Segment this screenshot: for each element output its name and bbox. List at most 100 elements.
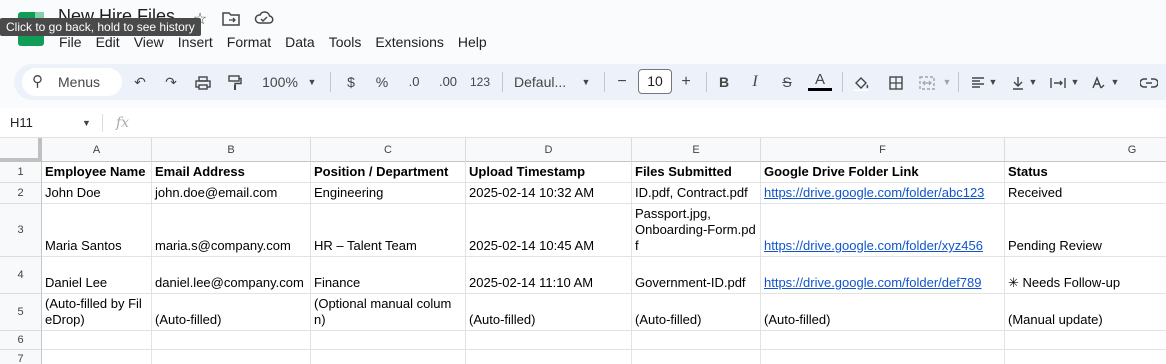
v-align-dropdown-icon[interactable]: ▼ <box>1028 64 1038 100</box>
menu-extensions[interactable]: Extensions <box>368 33 450 51</box>
cloud-status-icon[interactable] <box>254 10 274 30</box>
cell-b7[interactable] <box>152 350 311 364</box>
cell-c4[interactable]: Finance <box>311 257 466 294</box>
column-header-g[interactable]: G <box>1005 138 1166 162</box>
cell-d4[interactable]: 2025-02-14 11:10 AM <box>466 257 632 294</box>
insert-link-icon[interactable] <box>1138 64 1160 100</box>
cell-b5[interactable]: (Auto-filled) <box>152 294 311 331</box>
increase-font-size-button[interactable]: + <box>678 64 694 100</box>
row-header-6[interactable]: 6 <box>0 331 42 350</box>
column-title-cell[interactable]: Employee Name <box>42 162 152 183</box>
cell-c3[interactable]: HR – Talent Team <box>311 204 466 257</box>
currency-format-button[interactable]: $ <box>341 64 361 100</box>
cell-g6[interactable] <box>1005 331 1166 350</box>
cell-f7[interactable] <box>761 350 1005 364</box>
text-rotation-icon[interactable] <box>1088 64 1108 100</box>
percent-format-button[interactable]: % <box>372 64 392 100</box>
name-box[interactable]: H11 <box>10 108 33 138</box>
cell-b4[interactable]: daniel.lee@company.com <box>152 257 311 294</box>
cell-d2[interactable]: 2025-02-14 10:32 AM <box>466 183 632 204</box>
vertical-align-icon[interactable] <box>1008 64 1028 100</box>
menu-data[interactable]: Data <box>278 33 322 51</box>
cell-f5[interactable]: (Auto-filled) <box>761 294 1005 331</box>
cell-c6[interactable] <box>311 331 466 350</box>
cell-e2[interactable]: ID.pdf, Contract.pdf <box>632 183 761 204</box>
decrease-font-size-button[interactable]: − <box>614 64 630 100</box>
cell-g7[interactable] <box>1005 350 1166 364</box>
horizontal-align-icon[interactable] <box>968 64 988 100</box>
text-wrapping-icon[interactable] <box>1047 64 1069 100</box>
cell-c7[interactable] <box>311 350 466 364</box>
h-align-dropdown-icon[interactable]: ▼ <box>988 64 998 100</box>
menu-help[interactable]: Help <box>451 33 494 51</box>
column-title-cell[interactable]: Email Address <box>152 162 311 183</box>
column-header-d[interactable]: D <box>466 138 632 162</box>
column-title-cell[interactable]: Position / Department <box>311 162 466 183</box>
cell-a4[interactable]: Daniel Lee <box>42 257 152 294</box>
wrap-dropdown-icon[interactable]: ▼ <box>1070 64 1080 100</box>
cell-g3[interactable]: Pending Review <box>1005 204 1166 257</box>
undo-icon[interactable]: ↶ <box>130 64 150 100</box>
move-to-folder-icon[interactable] <box>221 10 241 30</box>
font-select[interactable]: Defaul... <box>514 64 584 100</box>
column-header-a[interactable]: A <box>42 138 152 162</box>
row-header-7[interactable]: 7 <box>0 350 42 364</box>
column-header-c[interactable]: C <box>311 138 466 162</box>
drive-folder-link[interactable]: https://drive.google.com/folder/abc123 <box>761 183 1005 204</box>
column-title-cell[interactable]: Files Submitted <box>632 162 761 183</box>
search-menus-input[interactable]: ⚲ Menus <box>22 68 122 96</box>
cell-a7[interactable] <box>42 350 152 364</box>
column-header-b[interactable]: B <box>152 138 311 162</box>
column-title-cell[interactable]: Status <box>1005 162 1166 183</box>
row-header-3[interactable]: 3 <box>0 204 42 257</box>
strikethrough-button[interactable]: S <box>777 64 797 100</box>
zoom-select[interactable]: 100% <box>258 64 302 100</box>
bold-button[interactable]: B <box>714 64 734 100</box>
cell-c2[interactable]: Engineering <box>311 183 466 204</box>
cell-d7[interactable] <box>466 350 632 364</box>
row-header-2[interactable]: 2 <box>0 183 42 204</box>
print-icon[interactable] <box>192 64 214 100</box>
font-size-input[interactable]: 10 <box>638 69 672 94</box>
text-color-button[interactable]: A <box>810 64 830 100</box>
redo-icon[interactable]: ↷ <box>161 64 181 100</box>
cell-a3[interactable]: Maria Santos <box>42 204 152 257</box>
menu-format[interactable]: Format <box>220 33 278 51</box>
row-header-5[interactable]: 5 <box>0 294 42 331</box>
select-all-corner[interactable] <box>0 138 42 162</box>
more-formats-button[interactable]: 123 <box>468 64 492 100</box>
cell-c5[interactable]: (Optional manual column) <box>311 294 466 331</box>
column-title-cell[interactable]: Upload Timestamp <box>466 162 632 183</box>
italic-button[interactable]: I <box>745 64 765 100</box>
cell-d6[interactable] <box>466 331 632 350</box>
cell-e7[interactable] <box>632 350 761 364</box>
decrease-decimal-button[interactable]: .0 <box>403 64 425 100</box>
paint-format-icon[interactable] <box>224 64 246 100</box>
zoom-dropdown-icon[interactable]: ▼ <box>306 64 318 100</box>
cell-b6[interactable] <box>152 331 311 350</box>
menu-tools[interactable]: Tools <box>322 33 369 51</box>
cell-a6[interactable] <box>42 331 152 350</box>
column-title-cell[interactable]: Google Drive Folder Link <box>761 162 1005 183</box>
cell-a2[interactable]: John Doe <box>42 183 152 204</box>
row-header-4[interactable]: 4 <box>0 257 42 294</box>
increase-decimal-button[interactable]: .00 <box>435 64 461 100</box>
cell-g5[interactable]: (Manual update) <box>1005 294 1166 331</box>
name-box-dropdown-icon[interactable]: ▼ <box>82 108 91 138</box>
cell-f6[interactable] <box>761 331 1005 350</box>
merge-dropdown-icon[interactable]: ▼ <box>942 64 952 100</box>
drive-folder-link[interactable]: https://drive.google.com/folder/def789 <box>761 257 1005 294</box>
drive-folder-link[interactable]: https://drive.google.com/folder/xyz456 <box>761 204 1005 257</box>
cell-e5[interactable]: (Auto-filled) <box>632 294 761 331</box>
cell-g2[interactable]: Received <box>1005 183 1166 204</box>
cell-g4[interactable]: ✳ Needs Follow-up <box>1005 257 1166 294</box>
row-header-1[interactable]: 1 <box>0 162 42 183</box>
cell-d5[interactable]: (Auto-filled) <box>466 294 632 331</box>
cell-a5[interactable]: (Auto-filled by FileDrop) <box>42 294 152 331</box>
merge-cells-icon[interactable] <box>916 64 938 100</box>
column-header-f[interactable]: F <box>761 138 1005 162</box>
cell-b3[interactable]: maria.s@company.com <box>152 204 311 257</box>
cell-e6[interactable] <box>632 331 761 350</box>
rotation-dropdown-icon[interactable]: ▼ <box>1110 64 1120 100</box>
cell-e4[interactable]: Government-ID.pdf <box>632 257 761 294</box>
